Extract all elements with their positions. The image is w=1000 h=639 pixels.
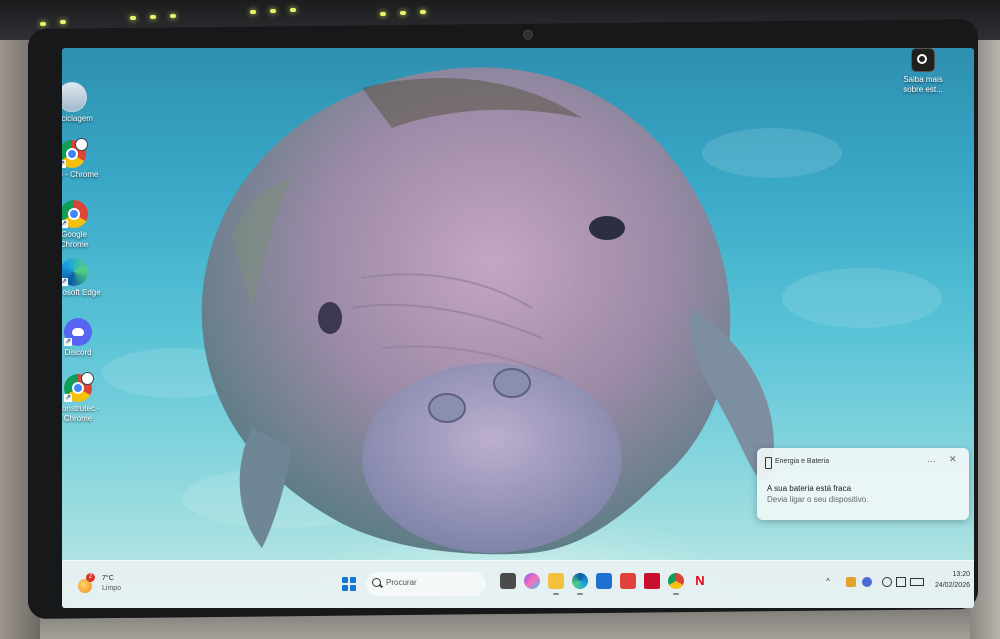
taskbar-search[interactable]: Procurar: [366, 572, 486, 596]
shortcut-arrow-icon: ↗: [64, 338, 72, 346]
recycle-bin-icon: [62, 82, 87, 112]
search-icon: [372, 578, 381, 587]
desktop-icon-label: Construtec - Chrome: [62, 404, 100, 423]
led-light: [290, 8, 296, 12]
search-placeholder: Procurar: [386, 578, 417, 587]
notification-app-name: Energia e Bateria: [775, 458, 830, 465]
led-light: [40, 22, 46, 26]
app-l-icon[interactable]: [620, 573, 636, 589]
copilot-icon[interactable]: [524, 573, 540, 589]
discord-icon: ↗: [64, 318, 92, 346]
manatee-wallpaper: [201, 67, 774, 555]
desktop-icon-label: João - Chrome: [62, 170, 99, 179]
chevron-up-icon[interactable]: ^: [826, 577, 836, 587]
store-icon[interactable]: [596, 573, 612, 589]
led-light: [250, 10, 256, 14]
windows-logo-pane: [350, 577, 356, 583]
notification-title: A sua bateria está fraca: [767, 484, 852, 493]
wifi-icon[interactable]: [882, 577, 892, 587]
clock-date: 24/02/2026: [934, 582, 970, 589]
profile-badge-icon: [81, 372, 94, 385]
weather-widget[interactable]: 2 7°C Limpo: [78, 573, 148, 599]
weather-temperature: 7°C: [102, 575, 114, 582]
edge-icon: ↗: [62, 258, 88, 286]
shortcut-arrow-icon: ↗: [64, 394, 72, 402]
led-light: [60, 20, 66, 24]
tray-app-icon[interactable]: [846, 577, 856, 587]
desktop-icon-discord[interactable]: ↗ Discord: [62, 318, 106, 358]
notification-body: Devia ligar o seu dispositivo.: [767, 495, 869, 504]
desktop-icon-microsoft-edge[interactable]: ↗ Microsoft Edge: [62, 258, 102, 298]
taskbar-clock[interactable]: 13:20 24/02/2026: [926, 569, 970, 591]
windows-logo-pane: [342, 585, 348, 591]
webcam: [523, 29, 533, 40]
battery-icon[interactable]: [910, 578, 924, 586]
notification-settings-button[interactable]: …: [927, 454, 936, 464]
windows-logo-pane: [350, 585, 356, 591]
learn-more-label: Saiba mais sobre est...: [903, 75, 943, 94]
chrome-icon: ↗: [62, 200, 88, 228]
desktop-icon-joao-chrome[interactable]: ↗ João - Chrome: [62, 138, 100, 180]
close-icon[interactable]: ✕: [949, 454, 957, 465]
shortcut-arrow-icon: ↗: [62, 160, 66, 168]
clock-time: 13:20: [952, 571, 970, 578]
led-light: [170, 14, 176, 18]
desktop-icon-construtec-chrome[interactable]: ↗ Construtec - Chrome: [62, 372, 106, 424]
led-light: [420, 10, 426, 14]
file-explorer-icon[interactable]: [548, 573, 564, 595]
desktop-icon-google-chrome[interactable]: ↗ Google Chrome: [62, 200, 102, 250]
led-light: [270, 9, 276, 13]
laptop-screen: Reciclagem ↗ João - Chrome ↗ Google Chro…: [62, 48, 974, 608]
camera-spotlight-icon: [911, 48, 935, 72]
file-manager-icon[interactable]: [500, 573, 516, 589]
profile-badge-icon: [75, 138, 88, 151]
desktop-icon-recycle-bin[interactable]: Reciclagem: [62, 82, 100, 124]
learn-more-about-picture[interactable]: Saiba mais sobre est...: [898, 48, 948, 95]
chrome-profile-icon: ↗: [64, 372, 94, 402]
desktop-icon-label: Discord: [64, 348, 92, 357]
led-light: [150, 15, 156, 19]
chrome-profile-icon[interactable]: [668, 573, 684, 595]
netflix-icon[interactable]: N: [692, 573, 708, 589]
shortcut-arrow-icon: ↗: [62, 278, 68, 286]
volume-icon[interactable]: [896, 577, 906, 587]
chrome-profile-icon: ↗: [62, 138, 88, 168]
weather-badge: 2: [86, 573, 95, 582]
mcafee-icon[interactable]: [644, 573, 660, 589]
start-button[interactable]: [342, 577, 356, 591]
desktop-icon-label: Reciclagem: [62, 114, 93, 123]
weather-condition: Limpo: [102, 585, 122, 592]
led-light: [380, 12, 386, 16]
edge-icon[interactable]: [572, 573, 588, 595]
tray-app-icon[interactable]: [862, 577, 872, 587]
windows-logo-pane: [342, 577, 348, 583]
led-light: [400, 11, 406, 15]
battery-icon: [765, 457, 772, 469]
battery-notification[interactable]: Energia e Bateria … ✕ A sua bateria está…: [757, 448, 969, 520]
shortcut-arrow-icon: ↗: [62, 220, 68, 228]
taskbar: 2 7°C Limpo Procurar N ^ 13:20 24/02/202…: [62, 560, 974, 608]
desktop-icon-label: Google Chrome: [62, 230, 89, 249]
led-light: [130, 16, 136, 20]
desktop-icon-label: Microsoft Edge: [62, 288, 101, 297]
